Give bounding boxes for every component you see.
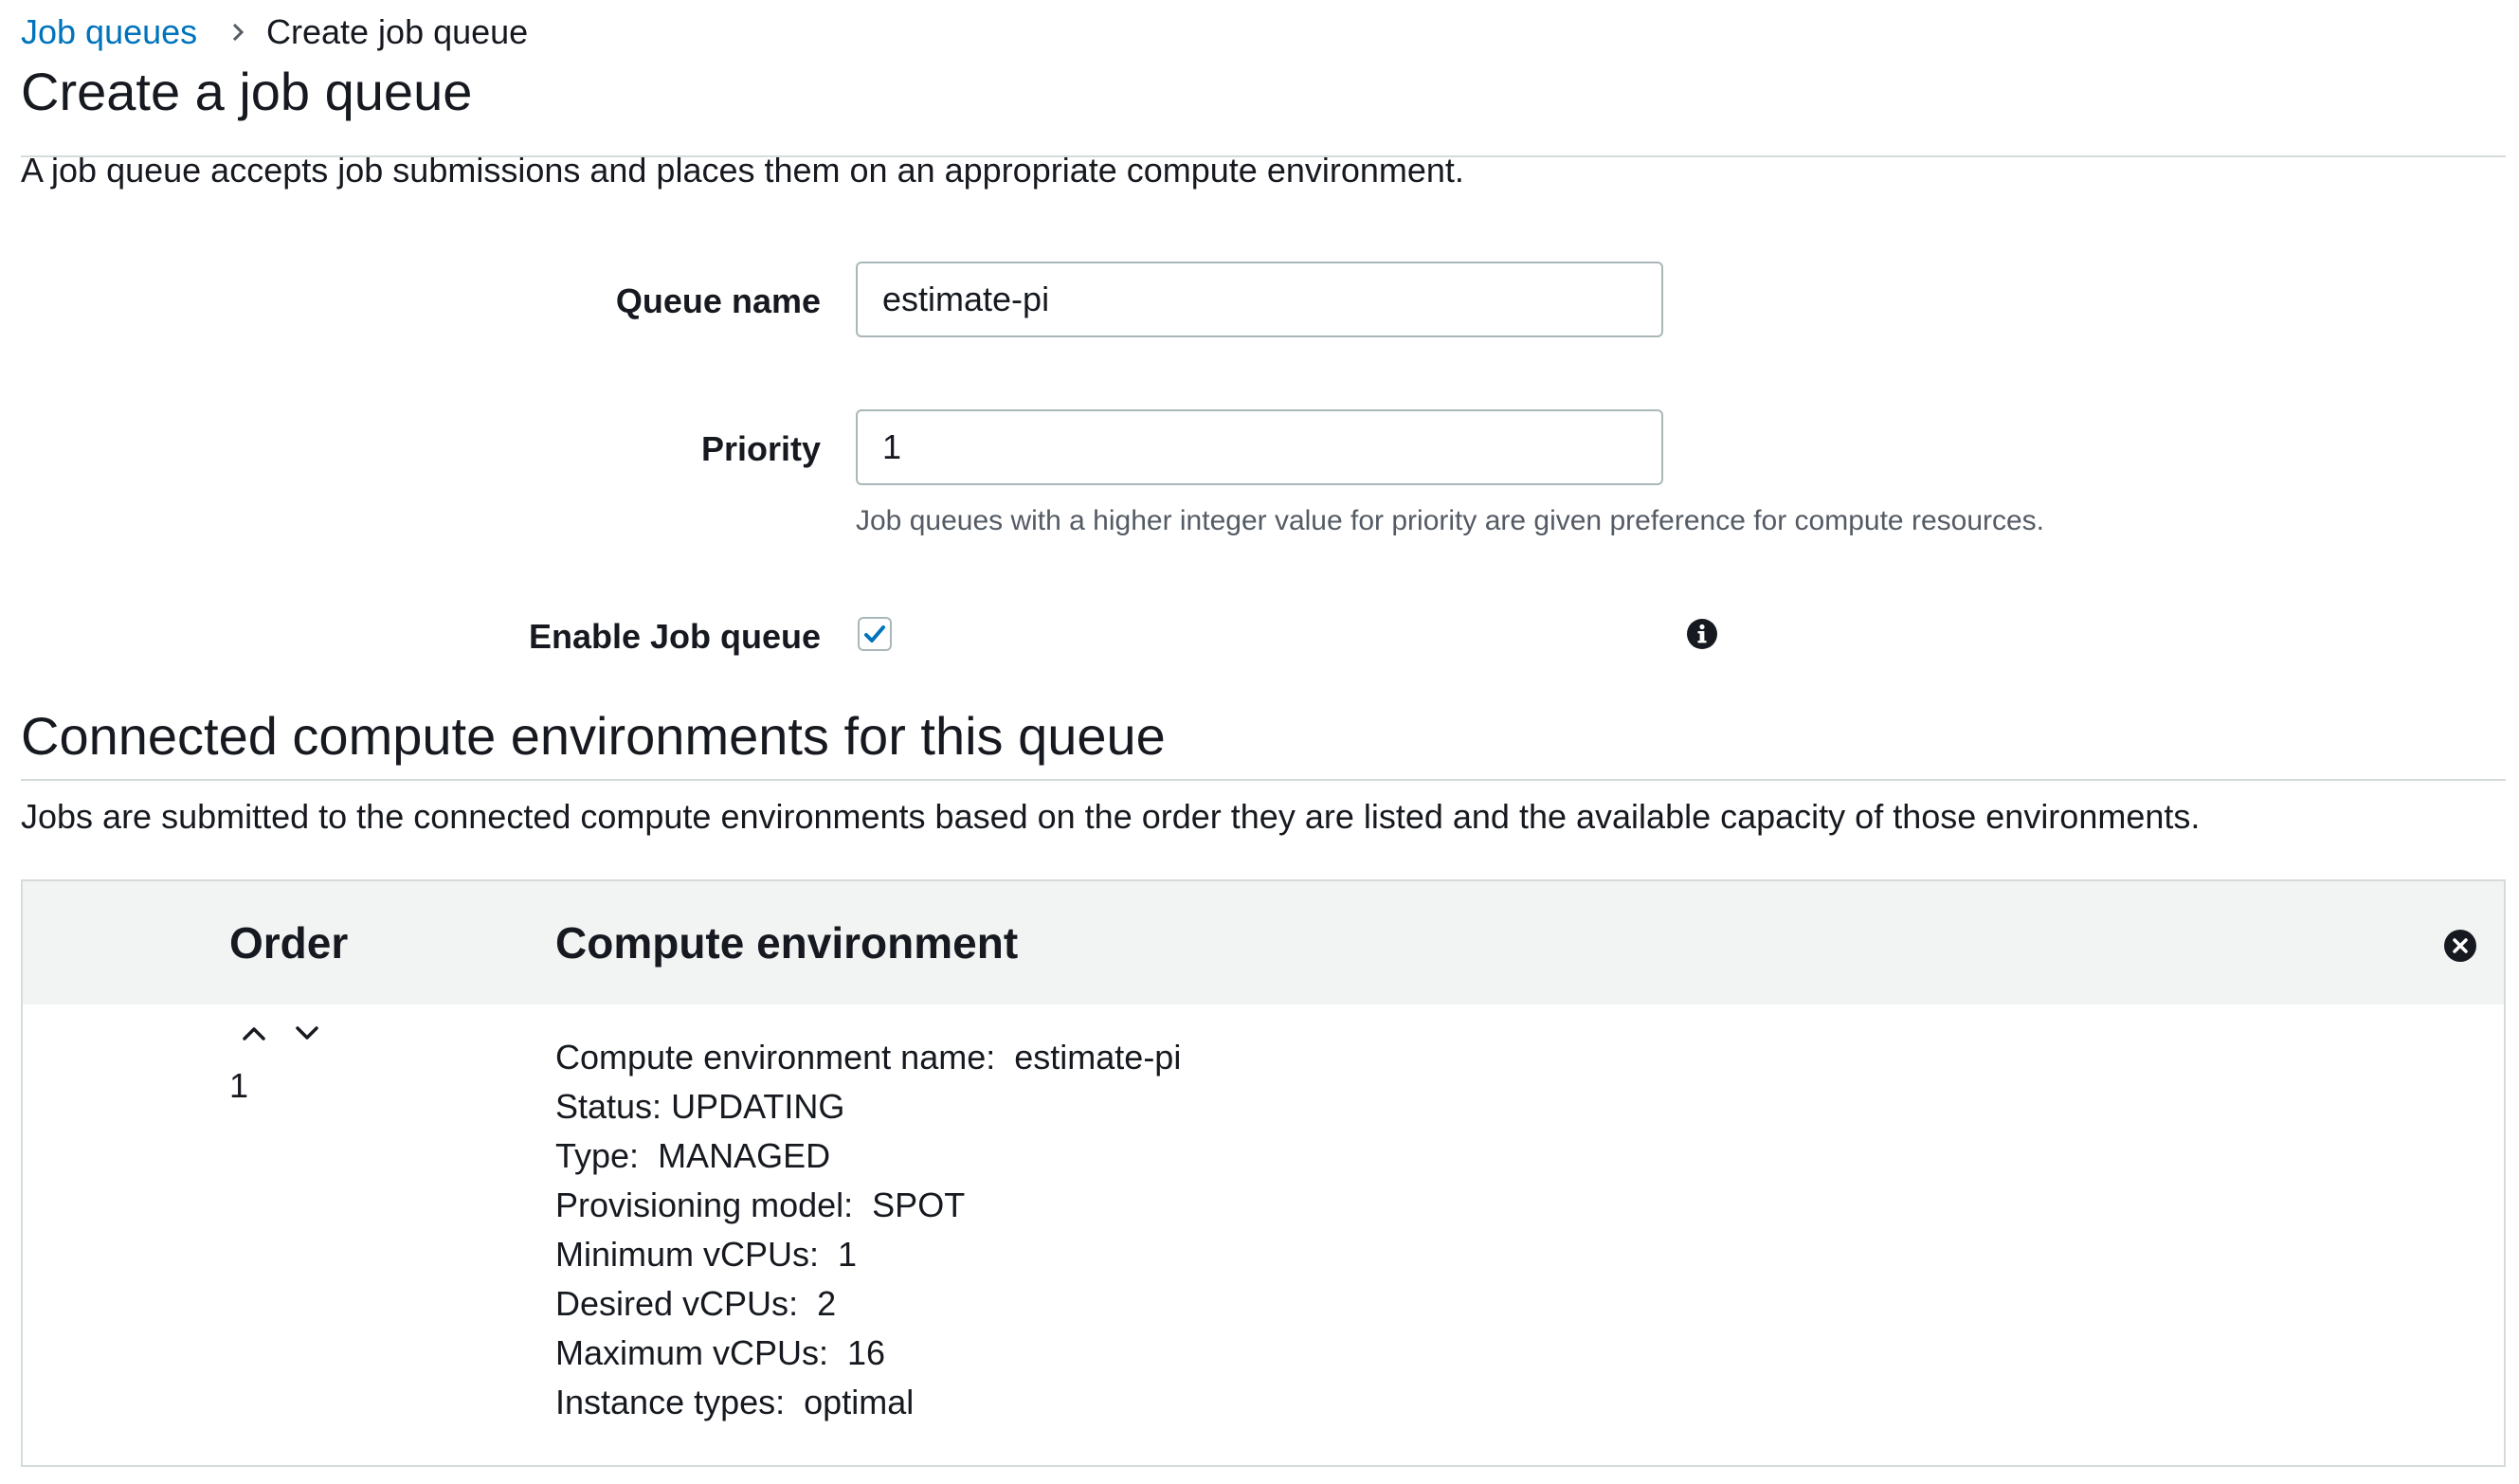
chevron-right-icon	[232, 23, 245, 42]
move-up-icon[interactable]	[237, 1016, 271, 1050]
section-title: Connected compute environments for this …	[21, 706, 1166, 766]
move-down-icon[interactable]	[290, 1016, 324, 1050]
column-header-compute-environment: Compute environment	[555, 918, 1019, 968]
page-title: Create a job queue	[21, 62, 473, 121]
checkmark-icon	[864, 625, 885, 642]
queue-name-input[interactable]	[856, 262, 1663, 337]
compute-environment-details: Compute environment nameestimate-pi Stat…	[555, 1033, 1181, 1427]
env-instance-types-line: Instance typesoptimal	[555, 1378, 1181, 1427]
env-desired-vcpus-line: Desired vCPUs2	[555, 1279, 1181, 1329]
env-provisioning-line: Provisioning modelSPOT	[555, 1181, 1181, 1230]
priority-hint: Job queues with a higher integer value f…	[856, 505, 2045, 536]
info-icon[interactable]	[1686, 618, 1718, 650]
priority-label: Priority	[700, 429, 821, 468]
enable-job-queue-checkbox[interactable]	[858, 617, 892, 651]
table-header: Order Compute environment	[23, 881, 2504, 1004]
divider	[21, 779, 2506, 781]
column-header-order: Order	[229, 918, 349, 968]
remove-icon[interactable]	[2443, 929, 2477, 963]
order-value: 1	[229, 1066, 249, 1105]
breadcrumb-current: Create job queue	[266, 12, 529, 51]
env-status-line: Status: UPDATING	[555, 1087, 845, 1126]
compute-environments-table: Order Compute environment 1 Compute envi…	[21, 879, 2506, 1467]
queue-name-label: Queue name	[615, 281, 821, 320]
priority-input[interactable]	[856, 409, 1663, 485]
page-description: A job queue accepts job submissions and …	[21, 151, 1464, 190]
env-type-line: TypeMANAGED	[555, 1131, 1181, 1181]
enable-job-queue-label: Enable Job queue	[528, 617, 821, 656]
env-name-line: Compute environment nameestimate-pi	[555, 1033, 1181, 1082]
env-max-vcpus-line: Maximum vCPUs16	[555, 1329, 1181, 1378]
section-description: Jobs are submitted to the connected comp…	[21, 797, 2201, 836]
breadcrumb-job-queues-link[interactable]: Job queues	[21, 9, 197, 55]
env-min-vcpus-line: Minimum vCPUs1	[555, 1230, 1181, 1279]
